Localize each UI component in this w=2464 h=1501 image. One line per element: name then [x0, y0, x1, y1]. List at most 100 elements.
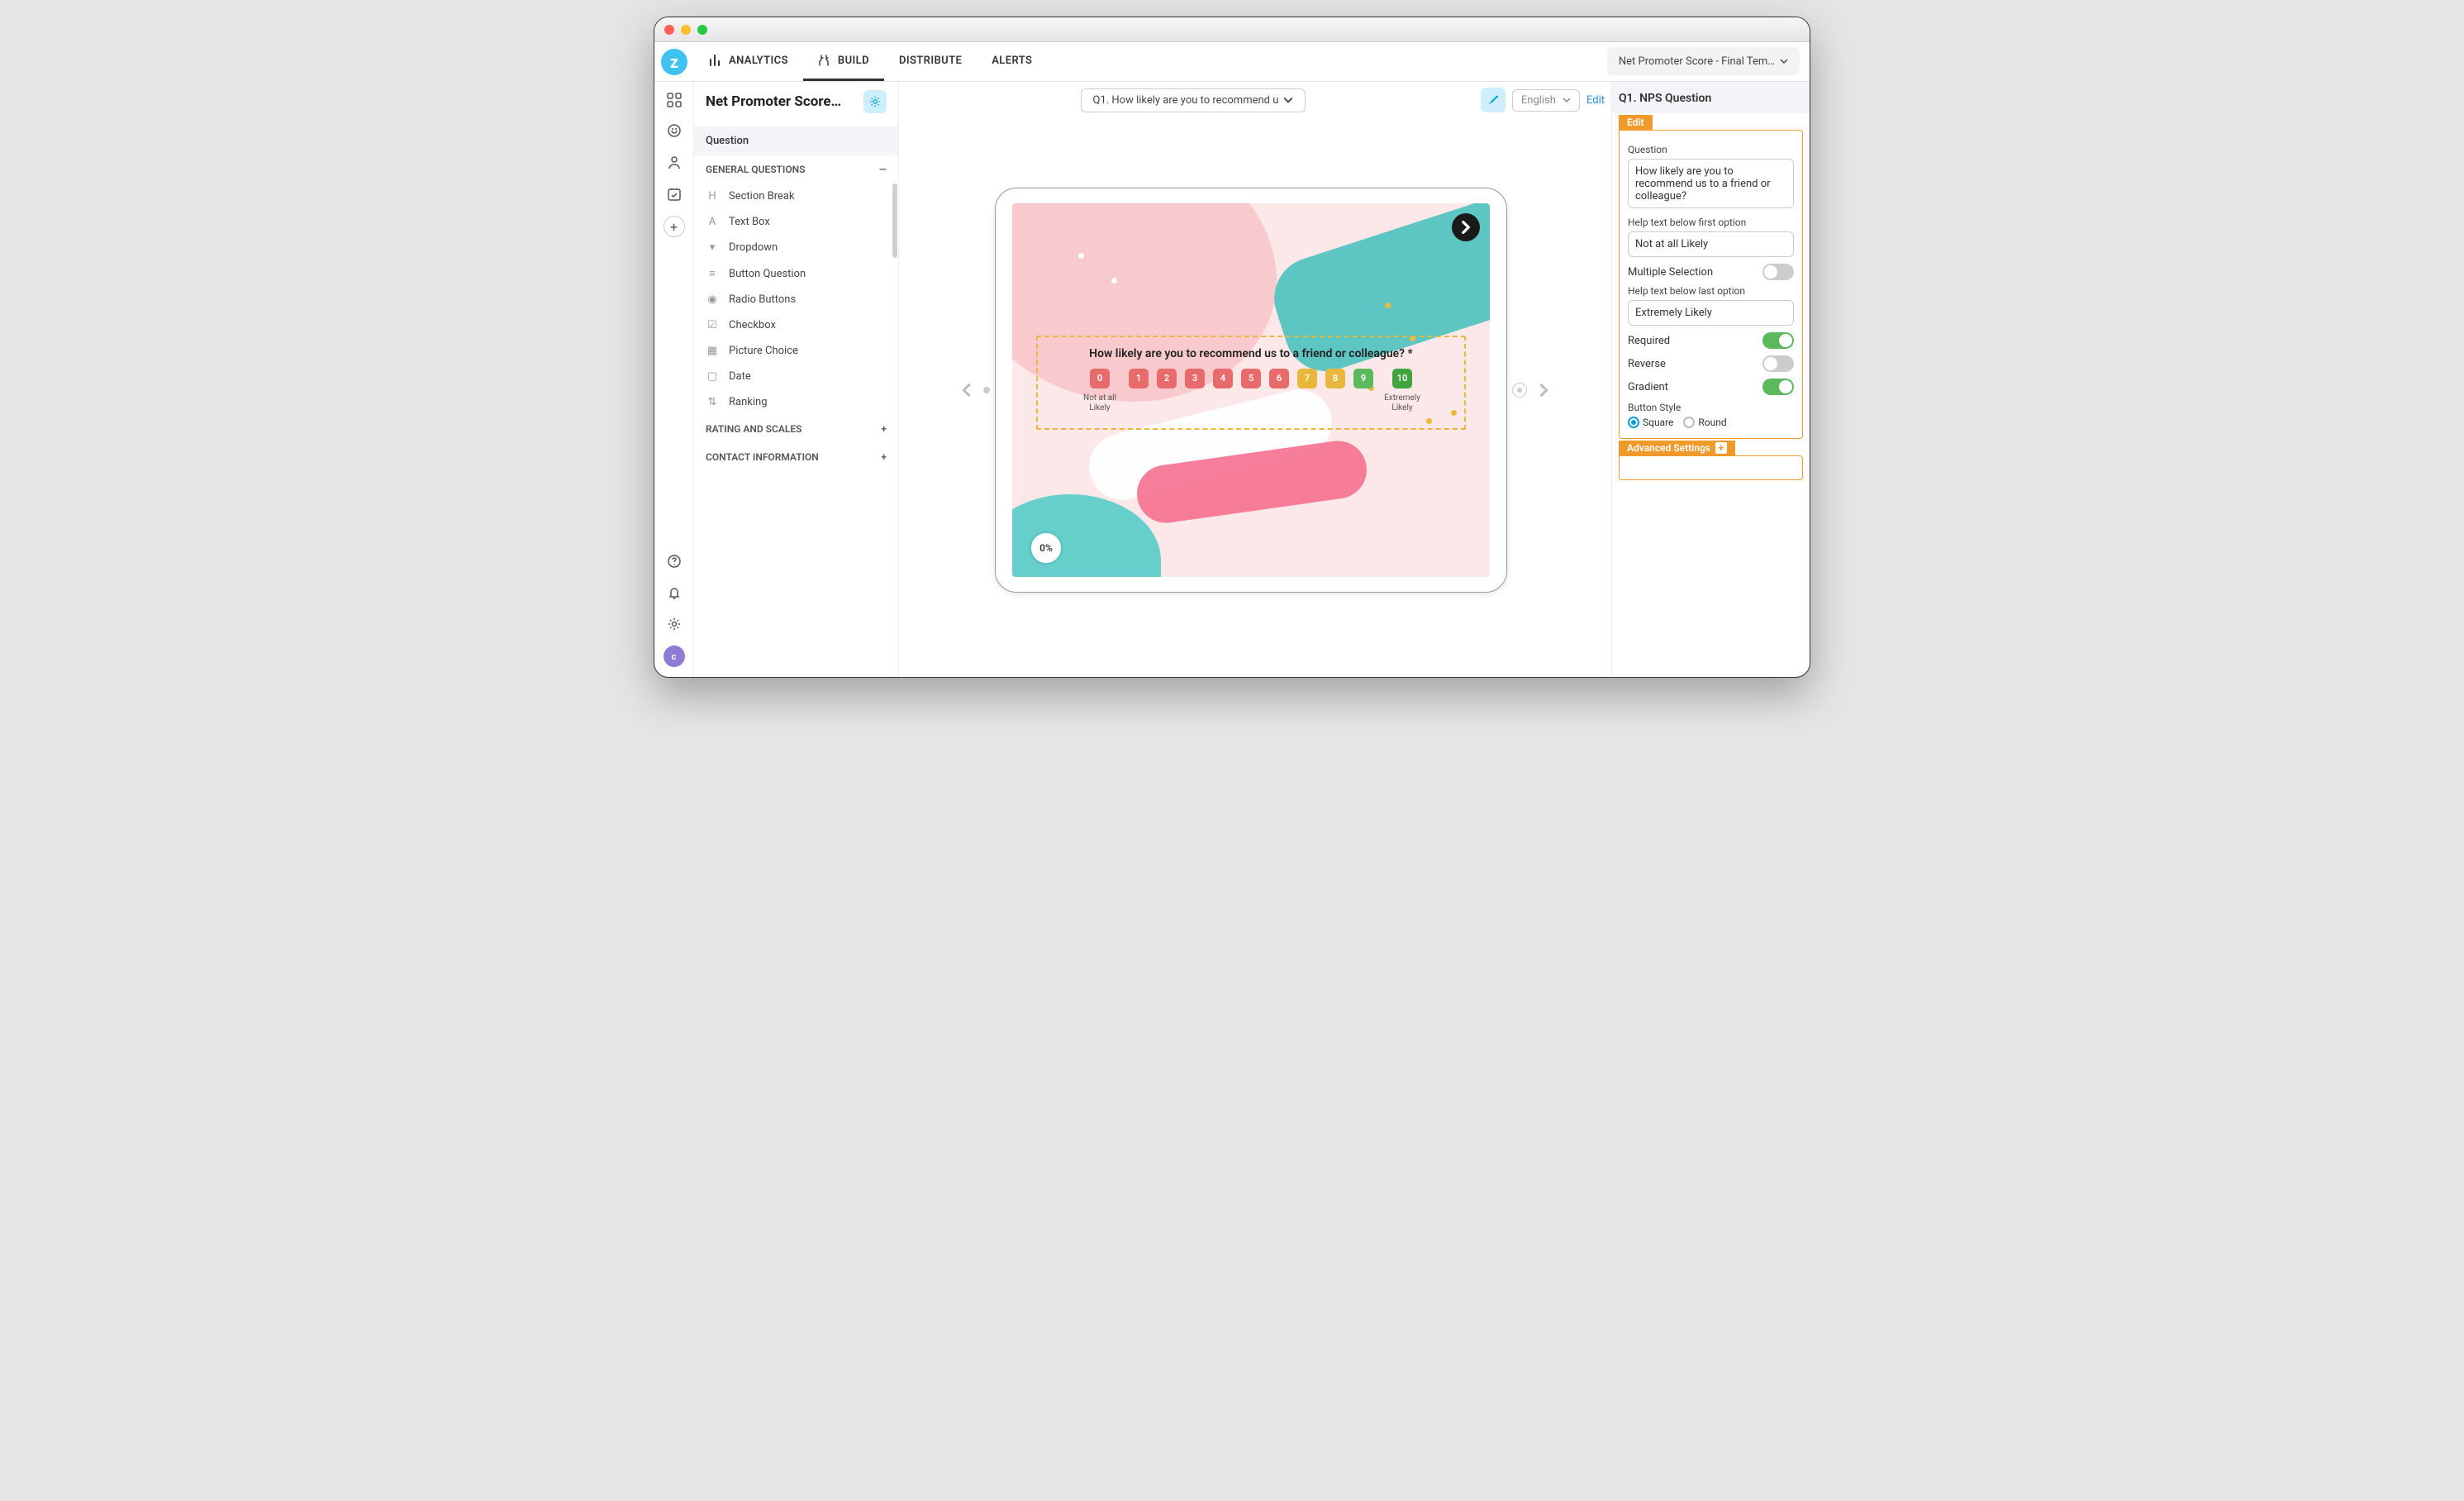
question-dropdown[interactable]: Q1. How likely are you to recommend u	[1081, 88, 1306, 112]
radio-round[interactable]: Round	[1683, 417, 1726, 428]
nps-8[interactable]: 8	[1325, 369, 1345, 388]
topbar: z ANALYTICS BUILD DISTRIBUTE ALERTS Net …	[654, 42, 1810, 82]
language-dropdown[interactable]: English	[1512, 89, 1580, 112]
group-contact-info[interactable]: CONTACT INFORMATION +	[694, 443, 898, 471]
question-dropdown-label: Q1. How likely are you to recommend u	[1093, 94, 1279, 107]
nps-5[interactable]: 5	[1241, 369, 1261, 388]
brush-icon	[1486, 93, 1500, 107]
edit-tab[interactable]: Edit	[1619, 115, 1653, 130]
qt-date[interactable]: ▢ Date	[694, 364, 898, 389]
rail-help-icon[interactable]	[664, 551, 684, 571]
group-general-questions[interactable]: GENERAL QUESTIONS —	[694, 155, 898, 183]
question-type-list: HSection Break AText Box ▾Dropdown ≡Butt…	[694, 183, 898, 415]
group-rating-scales[interactable]: RATING AND SCALES +	[694, 415, 898, 443]
survey-settings-button[interactable]	[863, 90, 887, 113]
help-first-input[interactable]	[1628, 231, 1794, 257]
qt-radio-buttons[interactable]: ◉Radio Buttons	[694, 287, 898, 312]
toggle-required[interactable]	[1762, 332, 1794, 349]
left-rail: + c	[654, 82, 694, 677]
toggle-multiple-selection[interactable]	[1762, 264, 1794, 280]
nav-distribute[interactable]: DISTRIBUTE	[884, 42, 977, 81]
group-rating-label: RATING AND SCALES	[706, 423, 802, 435]
qt-picture-choice[interactable]: ▦Picture Choice	[694, 338, 898, 364]
template-selector-label: Net Promoter Score - Final Tem…	[1619, 55, 1775, 68]
window-zoom-icon[interactable]	[697, 25, 707, 35]
chevron-down-icon	[1563, 96, 1571, 104]
qt-button-question[interactable]: ≡Button Question	[694, 260, 898, 287]
logo-icon: z	[661, 49, 687, 75]
window-minimize-icon[interactable]	[681, 25, 691, 35]
heading-icon: H	[706, 190, 719, 203]
pager-dot-prev[interactable]	[983, 387, 990, 393]
advanced-settings-label: Advanced Settings	[1627, 442, 1710, 454]
app-logo[interactable]: z	[654, 42, 694, 81]
rail-user-icon[interactable]	[664, 153, 684, 173]
nps-7[interactable]: 7	[1297, 369, 1317, 388]
template-selector[interactable]: Net Promoter Score - Final Tem…	[1607, 47, 1800, 75]
window-close-icon[interactable]	[664, 25, 674, 35]
nps-2[interactable]: 2	[1157, 369, 1177, 388]
toggle-gradient[interactable]	[1762, 379, 1794, 395]
rail-bell-icon[interactable]	[664, 583, 684, 603]
question-textarea[interactable]: How likely are you to recommend us to a …	[1628, 159, 1794, 208]
nav-analytics-label: ANALYTICS	[729, 55, 788, 67]
nps-9[interactable]: 9	[1353, 369, 1373, 388]
label-button-style: Button Style	[1628, 402, 1794, 413]
confetti-icon	[1078, 253, 1084, 259]
plus-icon: +	[881, 451, 887, 463]
nav-alerts[interactable]: ALERTS	[977, 42, 1047, 81]
app-window: z ANALYTICS BUILD DISTRIBUTE ALERTS Net …	[654, 17, 1810, 678]
calendar-icon: ▢	[706, 370, 719, 383]
button-style-radios: Square Round	[1628, 417, 1794, 428]
pager-dot-next[interactable]	[1512, 383, 1527, 398]
checkbox-icon: ☑	[706, 319, 719, 331]
rail-checklist-icon[interactable]	[664, 184, 684, 204]
next-question-button[interactable]	[1532, 379, 1555, 402]
rail-apps-icon[interactable]	[664, 90, 684, 110]
radio-on-icon	[1628, 417, 1639, 428]
qt-text-box[interactable]: AText Box	[694, 209, 898, 235]
nps-3[interactable]: 3	[1185, 369, 1205, 388]
rail-add-button[interactable]: +	[664, 216, 685, 237]
row-gradient: Gradient	[1628, 379, 1794, 395]
text-icon: A	[706, 216, 719, 228]
qt-dropdown[interactable]: ▾Dropdown	[694, 235, 898, 260]
edit-link[interactable]: Edit	[1586, 94, 1605, 107]
radio-icon: ◉	[706, 293, 719, 306]
group-general-label: GENERAL QUESTIONS	[706, 164, 805, 175]
confetti-icon	[1111, 278, 1117, 284]
qt-label: Dropdown	[729, 241, 778, 254]
nav-analytics[interactable]: ANALYTICS	[694, 42, 803, 81]
qt-label: Date	[729, 370, 751, 383]
label-multiple: Multiple Selection	[1628, 266, 1713, 279]
avatar[interactable]: c	[664, 646, 685, 667]
scrollbar-thumb[interactable]	[892, 183, 897, 258]
question-types-card: Question GENERAL QUESTIONS — HSection Br…	[694, 126, 898, 476]
nav-distribute-label: DISTRIBUTE	[899, 55, 962, 67]
qt-checkbox[interactable]: ☑Checkbox	[694, 312, 898, 338]
label-reverse: Reverse	[1628, 358, 1666, 370]
rail-feedback-icon[interactable]	[664, 122, 684, 141]
next-button[interactable]	[1452, 213, 1480, 241]
nav-build[interactable]: BUILD	[803, 42, 884, 81]
toggle-reverse[interactable]	[1762, 355, 1794, 372]
language-label: English	[1521, 94, 1556, 107]
radio-square[interactable]: Square	[1628, 417, 1673, 428]
nps-1[interactable]: 1	[1129, 369, 1149, 388]
nps-question-block: How likely are you to recommend us to a …	[1036, 336, 1466, 430]
nps-0[interactable]: 0	[1090, 369, 1110, 388]
nps-4[interactable]: 4	[1213, 369, 1233, 388]
nps-10[interactable]: 10	[1392, 369, 1412, 388]
help-last-input[interactable]	[1628, 300, 1794, 326]
theme-brush-button[interactable]	[1481, 88, 1506, 112]
survey-title-row: Net Promoter Score…	[694, 82, 898, 122]
chevron-down-icon	[1780, 57, 1788, 65]
preview-tablet: 0% How likely are you to recommend us to…	[995, 188, 1507, 593]
qt-ranking[interactable]: ⇅Ranking	[694, 389, 898, 415]
radio-off-icon	[1683, 417, 1695, 428]
nps-6[interactable]: 6	[1269, 369, 1289, 388]
advanced-settings-box[interactable]: Advanced Settings+	[1619, 455, 1803, 480]
qt-section-break[interactable]: HSection Break	[694, 183, 898, 209]
prev-question-button[interactable]	[955, 379, 978, 402]
rail-gear-icon[interactable]	[664, 614, 684, 634]
